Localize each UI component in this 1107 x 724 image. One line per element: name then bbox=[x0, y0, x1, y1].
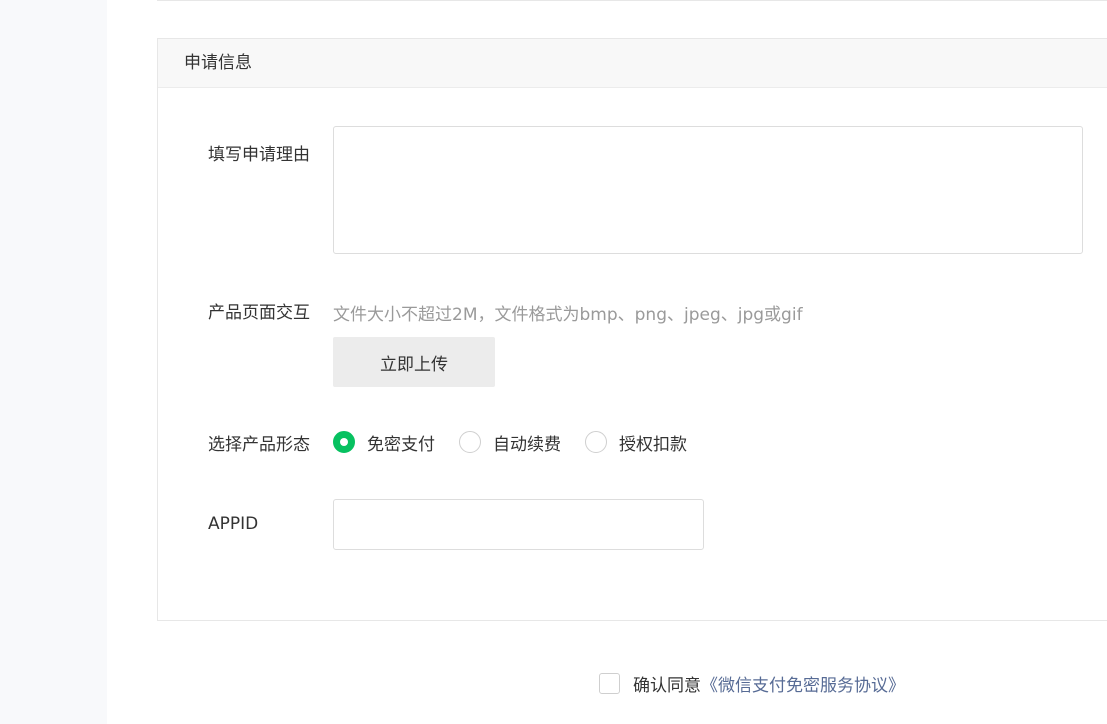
radio-label: 授权扣款 bbox=[619, 434, 687, 455]
radio-label: 免密支付 bbox=[367, 434, 435, 455]
radio-option-free-password-pay[interactable]: 免密支付 bbox=[333, 430, 435, 455]
agreement-link[interactable]: 《微信支付免密服务协议》 bbox=[701, 671, 905, 696]
radio-unchecked-icon[interactable] bbox=[585, 431, 607, 453]
product-form-label: 选择产品形态 bbox=[208, 435, 310, 455]
radio-unchecked-icon[interactable] bbox=[459, 431, 481, 453]
application-info-card: 申请信息 填写申请理由 产品页面交互 文件大小不超过2M，文件格式为bmp、pn… bbox=[157, 38, 1107, 621]
product-page-label: 产品页面交互 bbox=[208, 303, 310, 323]
reason-label: 填写申请理由 bbox=[208, 145, 310, 165]
left-sidebar-background bbox=[0, 0, 107, 724]
top-divider bbox=[157, 0, 1107, 1]
radio-option-authorized-debit[interactable]: 授权扣款 bbox=[585, 430, 687, 455]
agreement-row: 确认同意 《微信支付免密服务协议》 bbox=[599, 671, 905, 696]
agreement-text: 确认同意 bbox=[633, 675, 701, 696]
section-title: 申请信息 bbox=[158, 39, 1107, 88]
product-form-radio-group: 免密支付 自动续费 授权扣款 bbox=[333, 430, 711, 455]
appid-label: APPID bbox=[208, 514, 259, 534]
agreement-checkbox[interactable] bbox=[599, 672, 620, 694]
reason-textarea[interactable] bbox=[333, 126, 1083, 254]
radio-checked-icon[interactable] bbox=[333, 431, 355, 453]
radio-label: 自动续费 bbox=[493, 434, 561, 455]
upload-hint: 文件大小不超过2M，文件格式为bmp、png、jpeg、jpg或gif bbox=[333, 305, 803, 325]
upload-button[interactable]: 立即上传 bbox=[333, 337, 495, 387]
radio-option-auto-renew[interactable]: 自动续费 bbox=[459, 430, 561, 455]
appid-input[interactable] bbox=[333, 499, 704, 550]
